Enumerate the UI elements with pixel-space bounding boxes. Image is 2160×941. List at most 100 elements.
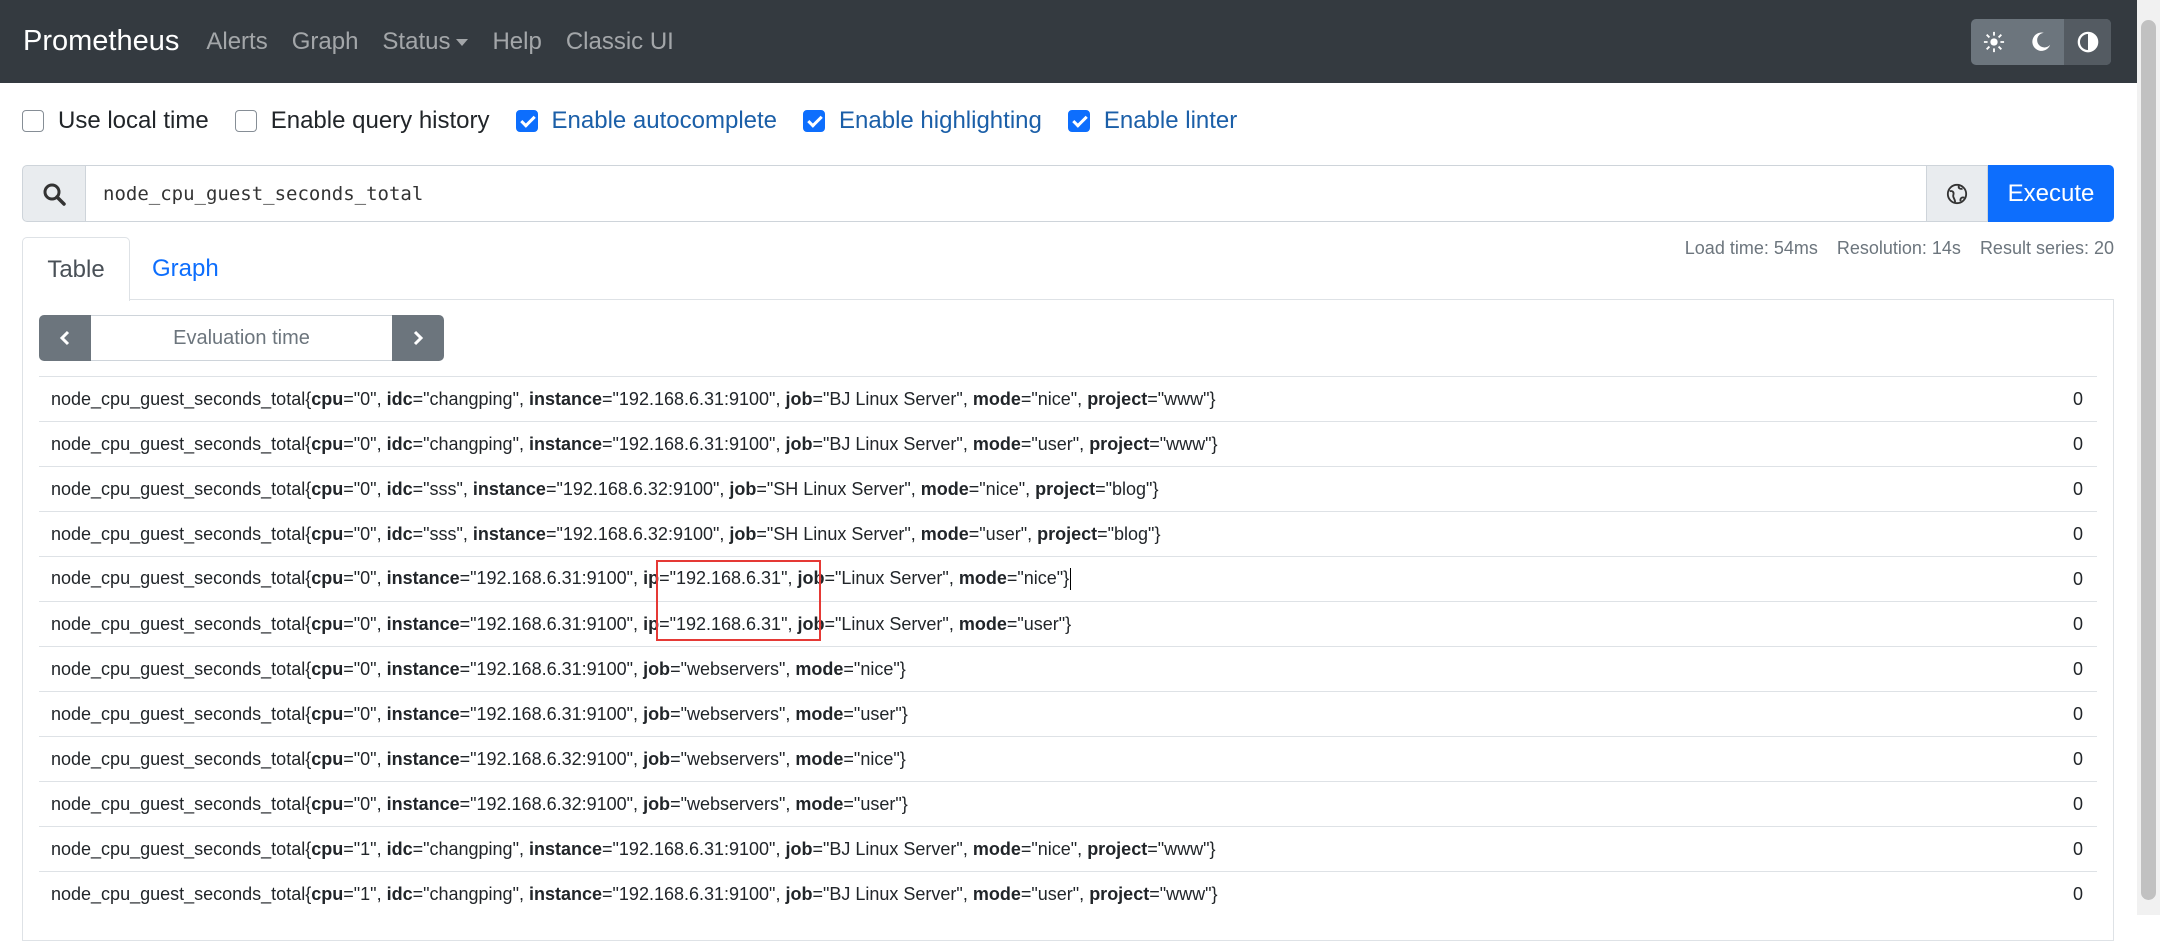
table-row: node_cpu_guest_seconds_total{cpu="0", id… [39,376,2097,421]
label-key: cpu [311,613,344,634]
eval-time-next-button[interactable] [392,315,444,361]
label-value: ="0" [343,478,377,499]
nav-status-dropdown[interactable]: Status [382,28,469,56]
metric-name: node_cpu_guest_seconds_total [51,703,306,724]
option-enable-linter[interactable]: Enable linter [1067,107,1238,135]
annotation-highlight-box [656,560,821,641]
label-value: ="changping" [412,388,519,409]
metric-name: node_cpu_guest_seconds_total [51,613,306,634]
label-key: mode [795,703,844,724]
series-name: node_cpu_guest_seconds_total{cpu="0", in… [51,613,1072,634]
search-icon [43,183,66,206]
moon-icon [2032,32,2051,51]
theme-dark-button[interactable] [2018,19,2065,65]
option-enable-autocomplete[interactable]: Enable autocomplete [515,107,777,135]
label-key: project [1087,838,1148,859]
label-value: ="BJ Linux Server" [812,433,963,454]
table-row: node_cpu_guest_seconds_total{cpu="0", in… [39,556,2097,601]
table-row: node_cpu_guest_seconds_total{cpu="0", in… [39,601,2097,646]
label-value: ="changping" [412,838,519,859]
label-value: ="192.168.6.32:9100" [545,523,720,544]
globe-icon [1946,183,1968,204]
label-key: instance [528,433,603,454]
tab-graph[interactable]: Graph [152,237,219,300]
label-key: cpu [311,433,344,454]
theme-light-button[interactable] [1971,19,2018,65]
search-icon-box [22,165,86,222]
checkbox-enable-query-history[interactable] [234,110,257,132]
label-key: mode [972,838,1021,859]
label-key: project [1089,883,1150,904]
series-value: 0 [2072,433,2083,454]
label-value: ="user" [843,703,902,724]
label-value: ="nice" [843,748,900,769]
label-value: ="SH Linux Server" [756,478,911,499]
series-name: node_cpu_guest_seconds_total{cpu="0", in… [51,703,908,724]
label-key: idc [386,433,413,454]
label-key: project [1089,433,1150,454]
series-value: 0 [2072,568,2083,589]
checkbox-enable-autocomplete[interactable] [515,110,538,132]
label-key: cpu [311,567,344,588]
nav-graph[interactable]: Graph [292,28,359,56]
series-name: node_cpu_guest_seconds_total{cpu="0", id… [51,388,1216,409]
series-name: node_cpu_guest_seconds_total{cpu="0", in… [51,748,906,769]
label-value: ="nice" [1006,567,1064,588]
label-key: job [785,838,813,859]
label-key: mode [920,478,969,499]
label-key: instance [386,703,460,724]
table-row: node_cpu_guest_seconds_total{cpu="0", in… [39,736,2097,781]
series-value: 0 [2072,658,2083,679]
label-value: ="blog" [1097,523,1155,544]
label-value: ="www" [1149,883,1212,904]
checkbox-use-local-time[interactable] [22,110,44,132]
metric-name: node_cpu_guest_seconds_total [51,838,306,859]
chevron-down-icon [456,38,469,46]
query-bar: node_cpu_guest_seconds_total Execute [22,165,2114,222]
label-value: ="0" [343,703,377,724]
expression-input[interactable]: node_cpu_guest_seconds_total [86,165,1927,222]
label-value: ="sss" [412,523,463,544]
series-name: node_cpu_guest_seconds_total{cpu="0", in… [51,567,1072,591]
label-key: cpu [311,388,344,409]
scrollbar-thumb[interactable] [2141,20,2156,900]
label-key: cpu [311,838,344,859]
label-value: ="BJ Linux Server" [812,388,963,409]
label-value: ="1" [343,838,377,859]
label-value: ="BJ Linux Server" [812,838,963,859]
sun-icon [1984,31,2005,53]
option-enable-highlighting[interactable]: Enable highlighting [803,107,1042,135]
label-key: project [1035,478,1096,499]
execute-button[interactable]: Execute [1988,165,2114,222]
label-key: instance [472,478,546,499]
metrics-explorer-button[interactable] [1927,165,1988,222]
theme-auto-button[interactable] [2064,19,2111,65]
option-enable-query-history[interactable]: Enable query history [234,107,490,135]
label-value: ="192.168.6.31:9100" [459,658,634,679]
label-key: job [785,388,813,409]
option-label: Use local time [58,107,209,134]
series-name: node_cpu_guest_seconds_total{cpu="1", id… [51,883,1218,904]
metric-name: node_cpu_guest_seconds_total [51,748,306,769]
option-use-local-time[interactable]: Use local time [22,107,209,135]
nav-help[interactable]: Help [492,28,541,56]
label-value: ="192.168.6.32:9100" [545,478,720,499]
nav-classic-ui[interactable]: Classic UI [566,28,674,56]
label-key: job [643,703,671,724]
tab-table[interactable]: Table [22,237,130,301]
series-value: 0 [2072,883,2083,904]
series-name: node_cpu_guest_seconds_total{cpu="0", id… [51,523,1161,544]
option-label: Enable query history [270,107,490,134]
evaluation-time-control: Evaluation time [39,315,444,361]
eval-time-prev-button[interactable] [39,315,91,361]
nav-alerts[interactable]: Alerts [206,28,267,56]
brand-logo[interactable]: Prometheus [23,25,179,58]
checkbox-enable-highlighting[interactable] [803,110,826,132]
option-label: Enable linter [1103,107,1238,134]
series-value: 0 [2072,838,2083,859]
label-key: cpu [311,478,344,499]
checkbox-enable-linter[interactable] [1067,110,1090,132]
label-key: job [643,748,671,769]
navbar: Prometheus Alerts Graph Status Help Clas… [0,0,2137,83]
evaluation-time-input[interactable]: Evaluation time [91,315,392,361]
